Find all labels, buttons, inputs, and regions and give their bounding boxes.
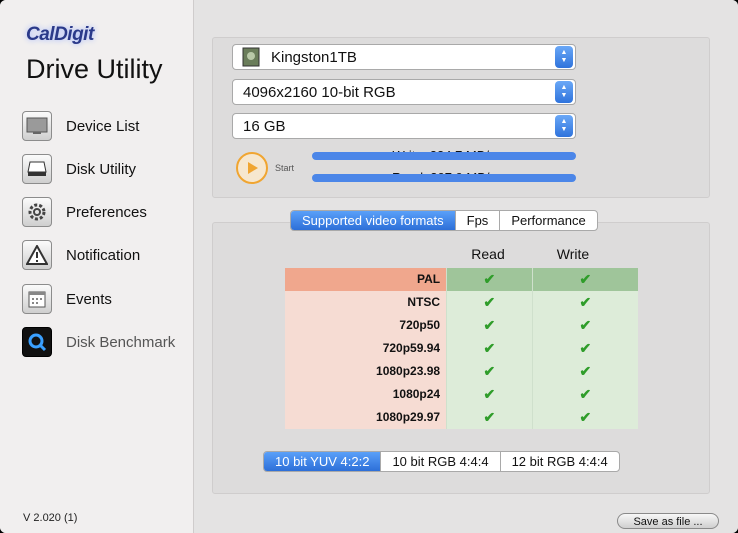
sidebar-item-preferences[interactable]: Preferences: [22, 196, 192, 228]
format-cell: PAL: [285, 268, 447, 291]
tab-12bit-rgb-444[interactable]: 12 bit RGB 4:4:4: [501, 452, 619, 471]
disk-icon: [22, 154, 52, 184]
play-icon: [248, 162, 258, 174]
format-cell: 1080p24: [285, 383, 447, 406]
chevron-updown-icon: ▲ ▼: [555, 115, 573, 137]
version-label: V 2.020 (1): [23, 512, 78, 524]
start-button[interactable]: [236, 152, 268, 184]
sidebar-item-label: Disk Benchmark: [66, 333, 176, 351]
sidebar: CalDigit Drive Utility Device List Disk …: [0, 0, 194, 533]
read-check-icon: ✔: [446, 383, 532, 406]
gear-icon: [22, 197, 52, 227]
read-check-icon: ✔: [446, 406, 532, 429]
start-label: Start: [275, 163, 295, 173]
table-row: 1080p29.97 ✔ ✔: [285, 406, 638, 429]
format-cell: 720p59.94: [285, 337, 447, 360]
app-title: Drive Utility: [26, 54, 163, 84]
size-select[interactable]: 16 GB ▲ ▼: [232, 113, 576, 139]
benchmark-icon: [22, 327, 52, 357]
read-check-icon: ✔: [446, 360, 532, 383]
format-cell: 1080p23.98: [285, 360, 447, 383]
sidebar-item-disk-benchmark[interactable]: Disk Benchmark: [22, 326, 192, 358]
read-check-icon: ✔: [446, 314, 532, 337]
monitor-icon: [22, 111, 52, 141]
table-row: 720p59.94 ✔ ✔: [285, 337, 638, 360]
table-row: PAL ✔ ✔: [285, 268, 638, 291]
drive-select[interactable]: Kingston1TB ▲ ▼: [232, 44, 576, 70]
sidebar-item-notification[interactable]: Notification: [22, 239, 192, 271]
format-cell: 720p50: [285, 314, 447, 337]
chevron-updown-icon: ▲ ▼: [555, 81, 573, 103]
sidebar-item-disk-utility[interactable]: Disk Utility: [22, 153, 192, 185]
sidebar-item-events[interactable]: Events: [22, 283, 192, 315]
size-select-value: 16 GB: [243, 117, 286, 135]
bit-depth-tabs: 10 bit YUV 4:2:2 10 bit RGB 4:4:4 12 bit…: [263, 451, 620, 472]
write-column-header: Write: [556, 246, 590, 262]
sidebar-item-label: Device List: [66, 117, 140, 135]
chevron-updown-icon: ▲ ▼: [555, 46, 573, 68]
drive-icon: [242, 47, 260, 67]
save-as-file-button[interactable]: Save as file ...: [617, 513, 719, 529]
sidebar-item-device-list[interactable]: Device List: [22, 110, 192, 142]
read-check-icon: ✔: [446, 268, 532, 291]
sidebar-item-label: Notification: [66, 246, 141, 264]
sidebar-item-label: Disk Utility: [66, 160, 136, 178]
table-row: 1080p24 ✔ ✔: [285, 383, 638, 406]
calendar-icon: [22, 284, 52, 314]
table-row: NTSC ✔ ✔: [285, 291, 638, 314]
caldigit-logo: CalDigit: [26, 24, 94, 45]
view-tabs: Supported video formats Fps Performance: [290, 210, 598, 231]
tab-fps[interactable]: Fps: [456, 211, 501, 230]
write-check-icon: ✔: [531, 337, 638, 360]
read-column-header: Read: [471, 246, 505, 262]
write-progress-bar: [312, 152, 576, 160]
drive-select-value: Kingston1TB: [271, 48, 357, 66]
read-check-icon: ✔: [446, 337, 532, 360]
tab-10bit-yuv-422[interactable]: 10 bit YUV 4:2:2: [264, 452, 382, 471]
format-cell: 1080p29.97: [285, 406, 447, 429]
write-check-icon: ✔: [531, 360, 638, 383]
sidebar-item-label: Events: [66, 290, 112, 308]
write-check-icon: ✔: [531, 406, 638, 429]
app-window: CalDigit Drive Utility Device List Disk …: [0, 0, 738, 533]
tab-supported-video-formats[interactable]: Supported video formats: [291, 211, 456, 230]
sidebar-item-label: Preferences: [66, 203, 147, 221]
resolution-select[interactable]: 4096x2160 10-bit RGB ▲ ▼: [232, 79, 576, 105]
format-cell: NTSC: [285, 291, 447, 314]
table-row: 1080p23.98 ✔ ✔: [285, 360, 638, 383]
warning-icon: [22, 240, 52, 270]
write-check-icon: ✔: [531, 291, 638, 314]
write-check-icon: ✔: [531, 383, 638, 406]
resolution-select-value: 4096x2160 10-bit RGB: [243, 83, 396, 101]
tab-performance[interactable]: Performance: [500, 211, 596, 230]
tab-10bit-rgb-444[interactable]: 10 bit RGB 4:4:4: [381, 452, 501, 471]
main-content: Kingston1TB ▲ ▼ 4096x2160 10-bit RGB ▲ ▼ 1…: [194, 0, 738, 533]
write-check-icon: ✔: [531, 268, 638, 291]
read-check-icon: ✔: [446, 291, 532, 314]
table-row: 720p50 ✔ ✔: [285, 314, 638, 337]
read-progress-bar: [312, 174, 576, 182]
write-check-icon: ✔: [531, 314, 638, 337]
